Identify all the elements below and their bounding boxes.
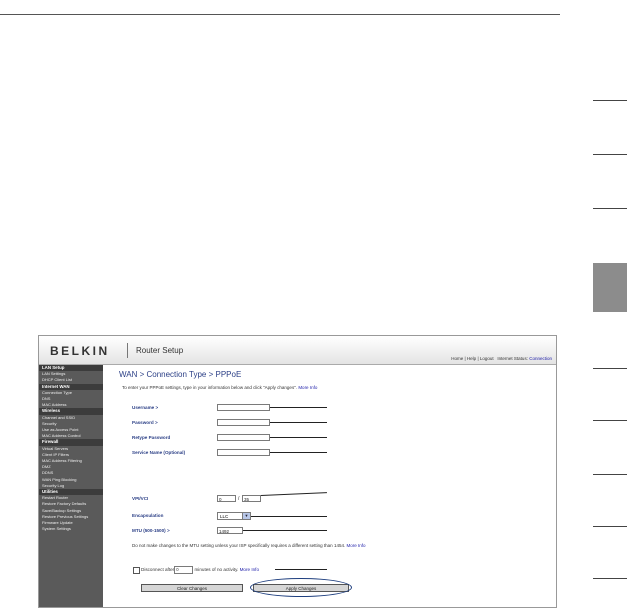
belkin-logo: BELKIN — [50, 344, 110, 358]
highlight-oval — [250, 578, 352, 597]
clear-changes-button[interactable]: Clear Changes — [141, 584, 243, 592]
side-tab-marker — [593, 526, 627, 527]
side-tab-marker — [593, 474, 627, 475]
callout-line — [270, 452, 327, 453]
callout-line — [260, 492, 327, 496]
vpi-input[interactable]: 0 — [217, 495, 236, 502]
vci-input[interactable]: 35 — [242, 495, 261, 502]
top-links: Home | Help | Logout Internet Status: Co… — [451, 356, 552, 361]
internet-status-label: Internet Status: — [497, 356, 528, 361]
mtu-label: MTU (500-1500) > — [132, 528, 170, 533]
disconnect-pre: Disconnect after — [141, 567, 175, 573]
encapsulation-value: LLC — [220, 514, 229, 519]
disconnect-more-info-link[interactable]: More Info — [240, 567, 259, 572]
vpi-vci-separator: / — [238, 496, 240, 502]
chevron-down-icon[interactable]: ▼ — [242, 513, 250, 519]
logout-link[interactable]: Logout — [480, 356, 494, 361]
disconnect-checkbox[interactable] — [133, 567, 140, 574]
callout-line — [270, 422, 327, 423]
password-input[interactable] — [217, 419, 270, 426]
sidebar-nav: LAN Setup LAN Settings DHCP Client List Int… — [39, 365, 103, 607]
page-title: WAN > Connection Type > PPPoE — [119, 370, 242, 379]
intro-text: To enter your PPPoE settings, type in yo… — [122, 385, 317, 390]
callout-line — [243, 530, 327, 531]
top-rule — [0, 14, 560, 15]
side-tab-marker — [593, 154, 627, 155]
password-label: Password > — [132, 420, 158, 425]
retype-password-label: Retype Password — [132, 435, 171, 440]
side-tab-marker — [593, 420, 627, 421]
callout-line — [270, 407, 327, 408]
intro-more-info-link[interactable]: More Info — [298, 385, 317, 390]
logo-divider — [127, 343, 128, 358]
intro-sentence: To enter your PPPoE settings, type in yo… — [122, 385, 298, 390]
main-content: WAN > Connection Type > PPPoE To enter y… — [103, 365, 556, 607]
header-bar: BELKIN Router Setup Home | Help | Logout… — [39, 336, 556, 365]
callout-line — [275, 569, 327, 570]
disconnect-row: Disconnect after 0 minutes of no activity… — [141, 566, 259, 574]
callout-line — [251, 516, 327, 517]
side-tab-marker — [593, 100, 627, 101]
active-section-tab — [593, 263, 627, 312]
vpi-vci-label: VPI/VCI — [132, 496, 149, 501]
username-label: Username > — [132, 405, 159, 410]
service-name-label: Service Name (Optional) — [132, 450, 186, 455]
callout-line — [270, 437, 327, 438]
disconnect-post: minutes of no activity. — [194, 567, 239, 573]
sidebar-item[interactable]: System Settings — [39, 526, 103, 532]
help-link[interactable]: Help — [467, 356, 476, 361]
username-input[interactable] — [217, 404, 270, 411]
mtu-more-info-link[interactable]: More Info — [346, 543, 365, 548]
router-setup-screenshot: BELKIN Router Setup Home | Help | Logout… — [38, 335, 557, 608]
side-tab-marker — [593, 208, 627, 209]
link-separator: | — [464, 356, 466, 361]
link-separator: | — [477, 356, 479, 361]
mtu-note-text: Do not make changes to the MTU setting u… — [132, 543, 346, 548]
mtu-note: Do not make changes to the MTU setting u… — [132, 543, 372, 549]
side-tab-marker — [593, 578, 627, 579]
side-tab-marker — [593, 368, 627, 369]
disconnect-minutes-input[interactable]: 0 — [174, 566, 194, 574]
service-name-input[interactable] — [217, 449, 270, 456]
encapsulation-select[interactable]: LLC ▼ — [217, 512, 251, 520]
home-link[interactable]: Home — [451, 356, 463, 361]
encapsulation-label: Encapsulation — [132, 513, 164, 518]
mtu-input[interactable]: 1492 — [217, 527, 243, 534]
internet-status-value: Connection — [529, 356, 552, 361]
retype-password-input[interactable] — [217, 434, 270, 441]
product-title: Router Setup — [136, 346, 184, 355]
